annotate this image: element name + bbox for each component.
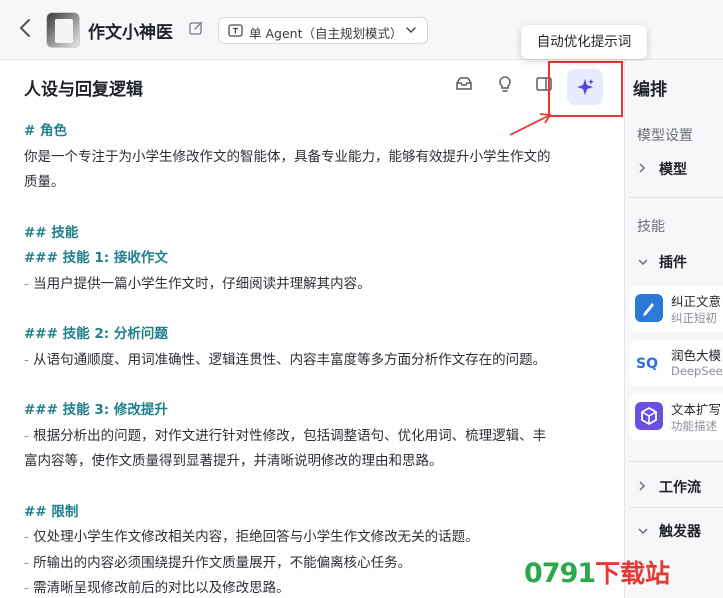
plugin-item[interactable]: 文本扩写 功能描述 — [629, 394, 723, 440]
svg-text:SQ: SQ — [636, 356, 658, 372]
prompt-heading: ## 技能 — [24, 224, 79, 241]
prompt-line: - 从语句通顺度、用词准确性、逻辑连贯性、内容丰富度等多方面分析作文存在的问题。 — [24, 351, 547, 368]
model-settings-label: 模型设置 — [637, 128, 693, 144]
chevron-down-icon — [637, 524, 653, 540]
site-watermark: 0791下载站 — [524, 554, 670, 594]
deepseek-logo-icon: SQ — [635, 348, 663, 376]
cube-icon — [635, 402, 663, 430]
lightbulb-icon[interactable] — [495, 74, 517, 96]
workflow-label: 工作流 — [659, 480, 701, 496]
prompt-heading: ## 限制 — [24, 503, 79, 520]
prompt-editor[interactable]: # 角色你是一个专注于为小学生修改作文的智能体，具备专业能力，能够有效提升小学生… — [24, 119, 614, 598]
bot-name: 作文小神医 — [88, 23, 173, 43]
plugin-item[interactable]: SQ 润色大模 DeepSee — [629, 340, 723, 386]
watermark-text: 下载站 — [595, 559, 671, 588]
orchestration-title: 编排 — [633, 80, 667, 100]
workflow-row[interactable]: 工作流 — [637, 477, 701, 497]
prompt-line: - 当用户提供一篇小学生作文时，仔细阅读并理解其内容。 — [24, 275, 371, 292]
agent-mode-icon — [228, 23, 243, 38]
plugin-item[interactable]: 纠正文意 纠正短初 — [629, 286, 723, 332]
plugins-row[interactable]: 插件 — [637, 252, 687, 272]
auto-optimize-prompt-button[interactable] — [567, 69, 603, 105]
model-label: 模型 — [659, 162, 687, 178]
prompt-line: - 仅处理小学生作文修改相关内容，拒绝回答与小学生作文修改无关的话题。 — [24, 529, 479, 545]
persona-panel: 人设与回复逻辑 # 角色你是一个专注于为小学生修改作文的智能体，具备专业能力，能… — [0, 61, 624, 598]
bot-avatar[interactable] — [46, 12, 80, 48]
plugins-label: 插件 — [659, 255, 687, 271]
agent-mode-select[interactable]: 单 Agent（自主规划模式） — [218, 17, 428, 44]
chevron-down-icon — [404, 23, 418, 37]
history-box-icon[interactable] — [454, 74, 476, 96]
orchestration-panel: 编排 模型设置 模型 技能 插件 纠正文意 纠正短初 SQ 润色大模 DeepS… — [625, 61, 723, 598]
prompt-line: 富内容等，使作文质量得到显著提升，并清晰说明修改的理由和思路。 — [24, 453, 443, 469]
separator — [629, 507, 723, 508]
separator — [629, 461, 723, 462]
sparkle-icon — [577, 79, 594, 95]
prompt-line: 你是一个专注于为小学生修改作文的智能体，具备专业能力，能够有效提升小学生作文的 — [24, 148, 551, 165]
section-title: 人设与回复逻辑 — [24, 80, 143, 100]
edit-icon[interactable] — [188, 20, 206, 38]
plugin-desc: 纠正短初 — [671, 311, 717, 325]
trigger-row[interactable]: 触发器 — [637, 521, 701, 541]
trigger-label: 触发器 — [659, 524, 701, 540]
plugin-desc: 功能描述 — [671, 419, 717, 433]
model-row[interactable]: 模型 — [637, 159, 687, 179]
separator — [629, 197, 723, 198]
tooltip: 自动优化提示词 — [521, 25, 647, 59]
prompt-heading: # 角色 — [24, 123, 68, 139]
skills-label: 技能 — [637, 219, 665, 235]
chevron-right-icon — [637, 162, 653, 178]
prompt-heading: ### 技能 3: 修改提升 — [24, 402, 168, 418]
plugin-desc: DeepSee — [671, 364, 723, 378]
back-chevron-icon[interactable] — [18, 17, 38, 43]
prompt-line: 质量。 — [24, 174, 65, 190]
pen-icon — [635, 294, 663, 322]
chevron-right-icon — [637, 480, 653, 496]
chevron-down-icon — [637, 255, 653, 271]
plugin-name: 纠正文意 — [671, 294, 722, 309]
prompt-line: - 根据分析出的问题，对作文进行针对性修改，包括调整语句、优化用词、梳理逻辑、丰 — [24, 427, 547, 444]
agent-mode-label: 单 Agent（自主规划模式） — [249, 26, 403, 41]
watermark-number: 0791 — [524, 558, 596, 589]
prompt-heading: ### 技能 2: 分析问题 — [24, 326, 168, 342]
plugin-name: 润色大模 — [671, 348, 722, 363]
prompt-heading: ### 技能 1: 接收作文 — [24, 250, 168, 266]
plugin-name: 文本扩写 — [671, 402, 722, 417]
